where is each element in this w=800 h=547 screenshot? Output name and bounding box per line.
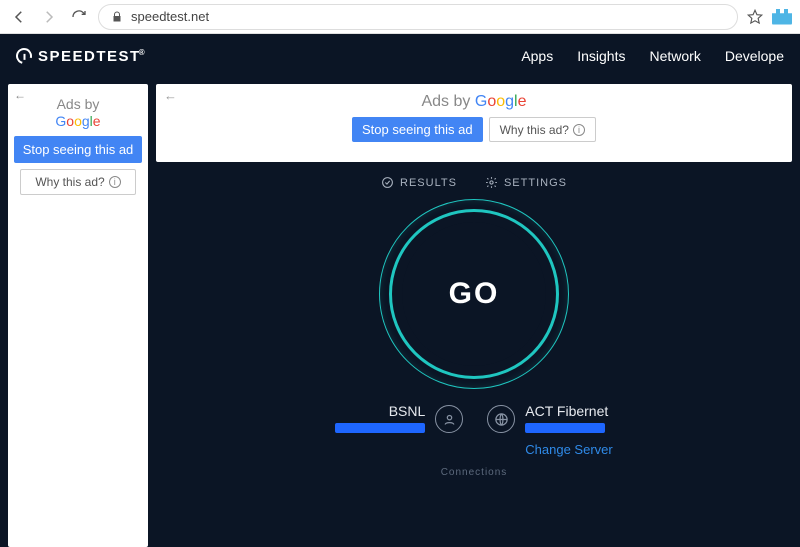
change-server-link[interactable]: Change Server (525, 442, 612, 457)
connections-label: Connections (156, 467, 792, 478)
stop-seeing-ad-button[interactable]: Stop seeing this ad (14, 136, 142, 163)
bookmark-star-icon[interactable] (746, 8, 764, 26)
primary-nav: Apps Insights Network Develope (521, 48, 784, 64)
back-button[interactable] (8, 6, 30, 28)
browser-toolbar: speedtest.net (0, 0, 800, 34)
nav-network[interactable]: Network (649, 48, 700, 64)
extension-icon[interactable] (772, 9, 792, 25)
client-isp-name: BSNL (335, 403, 425, 419)
trademark: ® (139, 48, 146, 57)
ad-banner: ← Ads by Google Stop seeing this ad Why … (156, 84, 792, 162)
client-ip-redacted (335, 423, 425, 433)
brand-text: SPEEDTEST (38, 48, 141, 65)
info-icon: i (109, 176, 121, 188)
url-text: speedtest.net (131, 9, 209, 24)
page-content: SPEEDTEST® Apps Insights Network Develop… (0, 34, 800, 547)
connection-info: BSNL ACT Fibernet Change Server (156, 403, 792, 457)
ad-sidebar: ← Ads by Google Stop seeing this ad Why … (8, 84, 148, 547)
ad-back-icon[interactable]: ← (14, 88, 26, 102)
go-label: GO (402, 222, 546, 366)
nav-insights[interactable]: Insights (577, 48, 625, 64)
sub-tabs: RESULTS SETTINGS (156, 176, 792, 189)
user-icon (435, 405, 463, 433)
google-logo: Google (475, 93, 527, 110)
gauge-icon (13, 45, 35, 67)
site-header: SPEEDTEST® Apps Insights Network Develop… (0, 34, 800, 78)
info-icon: i (573, 124, 585, 136)
main-panel: ← Ads by Google Stop seeing this ad Why … (156, 84, 792, 547)
nav-apps[interactable]: Apps (521, 48, 553, 64)
tab-results[interactable]: RESULTS (381, 176, 457, 189)
ads-by-label: Ads by Google (164, 92, 784, 111)
globe-icon (487, 405, 515, 433)
gear-icon (485, 176, 498, 189)
lock-icon (111, 11, 123, 23)
nav-developers[interactable]: Develope (725, 48, 784, 64)
brand-logo[interactable]: SPEEDTEST® (16, 48, 146, 65)
why-this-ad-button[interactable]: Why this ad? i (489, 117, 596, 142)
ad-back-icon[interactable]: ← (164, 88, 177, 103)
address-bar[interactable]: speedtest.net (98, 4, 738, 30)
stop-seeing-ad-button[interactable]: Stop seeing this ad (352, 117, 483, 142)
why-this-ad-button[interactable]: Why this ad? i (20, 169, 136, 195)
server-location-redacted (525, 423, 605, 433)
check-icon (381, 176, 394, 189)
server-isp-name: ACT Fibernet (525, 403, 612, 419)
go-button[interactable]: GO (379, 199, 569, 389)
google-logo: Google (55, 113, 100, 129)
reload-button[interactable] (68, 6, 90, 28)
forward-button[interactable] (38, 6, 60, 28)
ads-by-label: Ads by Google (12, 96, 144, 130)
tab-settings[interactable]: SETTINGS (485, 176, 567, 189)
